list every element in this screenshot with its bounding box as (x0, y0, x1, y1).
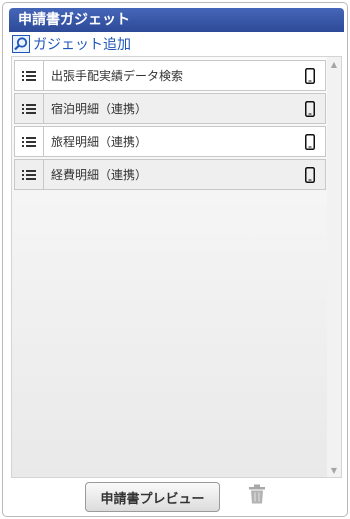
gadget-label: 出張手配実績データ検索 (51, 69, 184, 83)
gadget-label: 旅程明細（連携） (51, 135, 148, 149)
gadget-label: 宿泊明細（連携） (51, 102, 148, 116)
smartphone-icon (295, 67, 325, 84)
add-gadget-label: ガジェット追加 (33, 37, 131, 53)
preview-button[interactable]: 申請書プレビュー (85, 482, 220, 512)
add-gadget-link[interactable]: ガジェット追加 (12, 34, 131, 54)
scroll-down-icon[interactable]: ▼ (327, 463, 341, 477)
gadget-row[interactable]: 旅程明細（連携） (14, 126, 326, 157)
smartphone-icon (295, 100, 325, 117)
panel-title: 申請書ガジェット (9, 8, 344, 32)
gadget-panel: 申請書ガジェット ガジェット追加 出張手配実績データ検索 宿泊明細（連携） 旅程… (2, 2, 348, 517)
list-drag-icon[interactable] (15, 94, 44, 123)
smartphone-icon (295, 133, 325, 150)
gadget-row[interactable]: 経費明細（連携） (14, 159, 326, 190)
list-drag-icon[interactable] (15, 127, 44, 156)
smartphone-icon (295, 166, 325, 183)
gadget-row[interactable]: 宿泊明細（連携） (14, 93, 326, 124)
gadget-list-area: 出張手配実績データ検索 宿泊明細（連携） 旅程明細（連携） 経費明細（連携） ▲… (11, 56, 342, 478)
trash-icon[interactable] (248, 484, 266, 504)
gadget-label: 経費明細（連携） (51, 168, 148, 182)
vertical-scrollbar[interactable]: ▲ ▼ (327, 57, 341, 477)
list-drag-icon[interactable] (15, 61, 44, 90)
list-drag-icon[interactable] (15, 160, 44, 189)
scroll-up-icon[interactable]: ▲ (327, 57, 341, 71)
magnifier-icon (12, 35, 30, 53)
gadget-row[interactable]: 出張手配実績データ検索 (14, 60, 326, 91)
